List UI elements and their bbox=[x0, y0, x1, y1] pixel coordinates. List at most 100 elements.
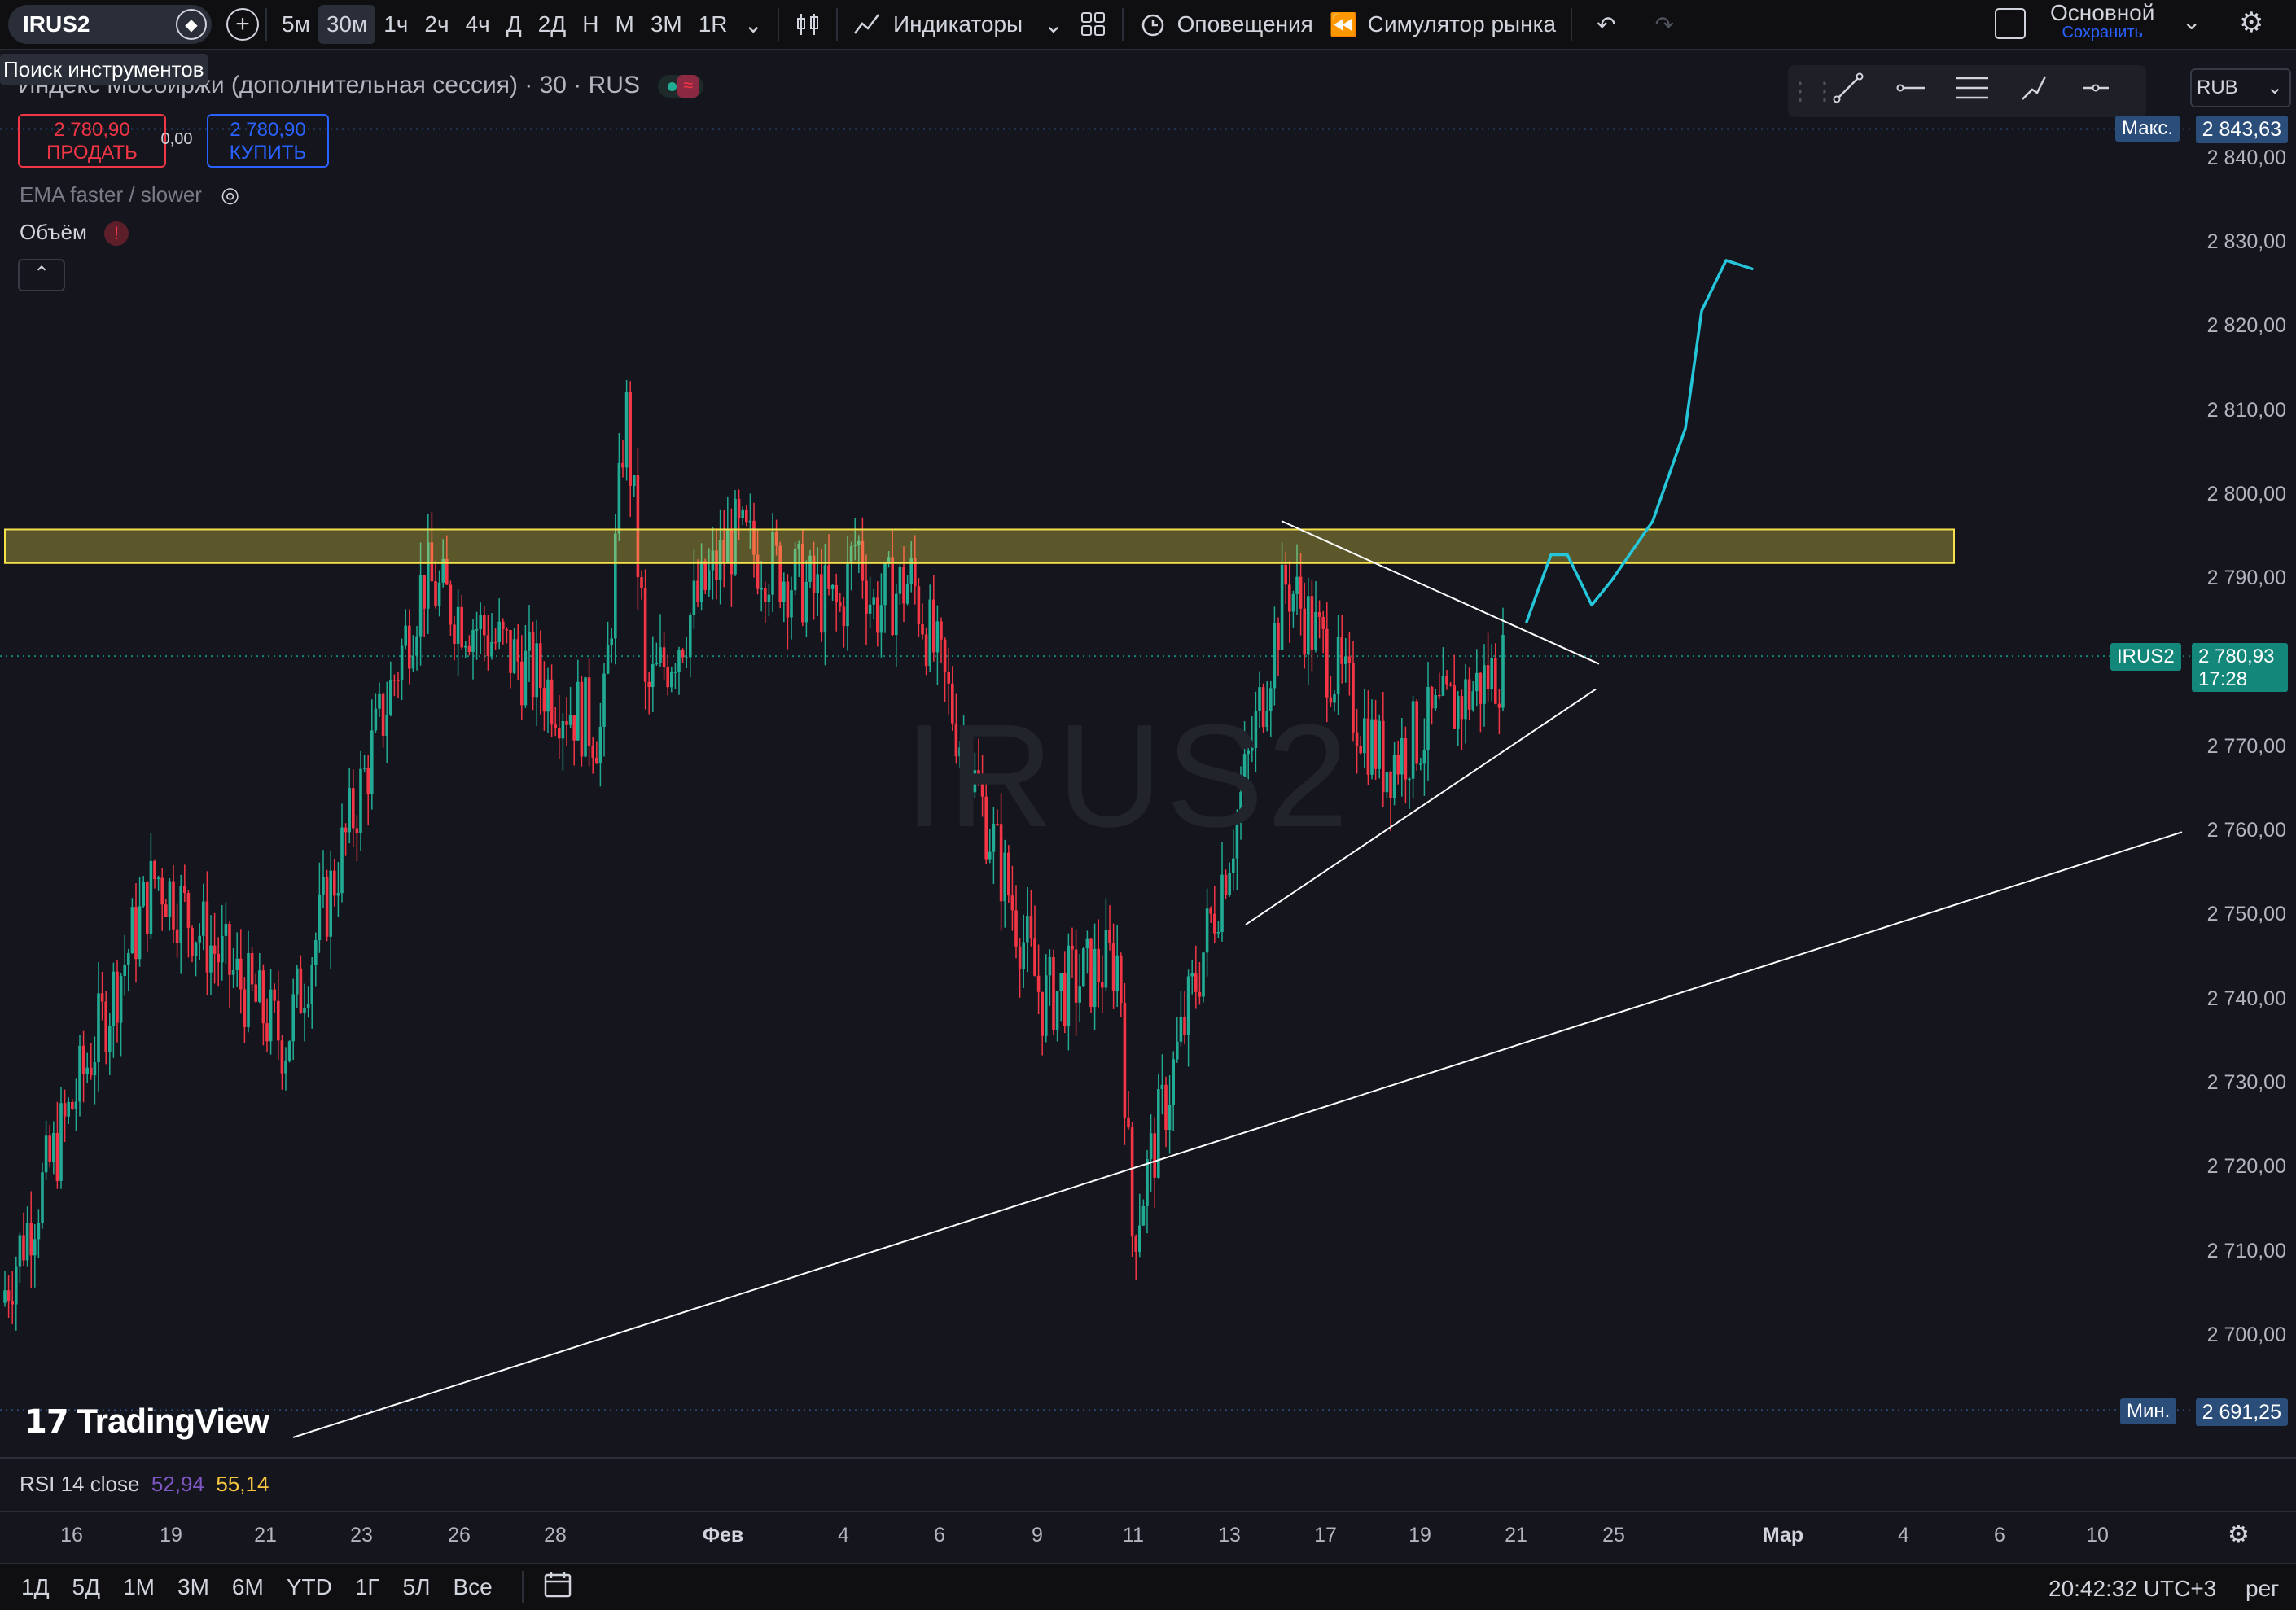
range-5y[interactable]: 5Л bbox=[403, 1574, 431, 1600]
drag-handle-icon[interactable]: ⋮⋮ bbox=[1788, 77, 1837, 106]
redo-icon[interactable]: ↷ bbox=[1647, 5, 1682, 44]
candle-body bbox=[411, 655, 415, 669]
interval-4h[interactable]: 4ч bbox=[458, 5, 498, 44]
candle-body bbox=[333, 870, 336, 896]
path-icon[interactable] bbox=[2003, 72, 2065, 111]
replay-button[interactable]: ⏪ Симулятор рынка bbox=[1321, 5, 1564, 44]
range-all[interactable]: Все bbox=[454, 1574, 493, 1600]
time-axis[interactable]: 16 19 21 23 26 28 Фев 4 6 9 11 13 17 19 … bbox=[0, 1511, 2296, 1561]
candle-body bbox=[572, 715, 576, 741]
layout-name-button[interactable]: Основной Сохранить bbox=[2050, 2, 2154, 42]
layout-square-icon[interactable] bbox=[1995, 8, 2026, 39]
candle-body bbox=[689, 615, 692, 658]
price-tick: 2 700,00 bbox=[2206, 1323, 2286, 1346]
alerts-button[interactable]: Оповещения bbox=[1130, 5, 1321, 44]
interval-w[interactable]: Н bbox=[574, 5, 607, 44]
clock-timezone[interactable]: 20:42:32 UTC+3 bbox=[2048, 1576, 2216, 1602]
candle-body bbox=[1179, 1017, 1183, 1042]
candle-body bbox=[11, 1301, 14, 1305]
candles-icon[interactable] bbox=[786, 5, 830, 44]
tradingview-logo[interactable]: 𝟭𝟳 TradingView bbox=[24, 1402, 269, 1441]
interval-30m[interactable]: 30м bbox=[318, 5, 376, 44]
add-symbol-icon[interactable]: + bbox=[226, 8, 259, 41]
candle-body bbox=[1325, 628, 1329, 698]
interval-1r[interactable]: 1R bbox=[690, 5, 736, 44]
candle-body bbox=[397, 680, 400, 681]
axis-settings-icon[interactable]: ⚙ bbox=[2228, 1520, 2250, 1549]
projection-path bbox=[1525, 259, 1754, 623]
candle-body bbox=[1273, 623, 1277, 689]
candle-body bbox=[186, 893, 191, 928]
error-icon[interactable]: ! bbox=[104, 221, 129, 247]
ema-indicator-legend[interactable]: EMA faster / slower ◎ bbox=[20, 182, 239, 208]
rsi-legend[interactable]: RSI 14 close 52,94 55,14 bbox=[20, 1472, 269, 1497]
time-tick: 13 bbox=[1218, 1524, 1241, 1547]
candle-body bbox=[63, 1103, 67, 1117]
range-3m[interactable]: 3М bbox=[177, 1574, 209, 1600]
settings-gear-icon[interactable]: ⚙ bbox=[2239, 7, 2263, 39]
candle-body bbox=[243, 989, 247, 1027]
candle-body bbox=[1310, 596, 1314, 650]
candle-body bbox=[287, 1041, 291, 1061]
range-1y[interactable]: 1Г bbox=[355, 1574, 380, 1600]
candle-body bbox=[1010, 895, 1014, 911]
candle-body bbox=[940, 621, 943, 640]
sell-label: ПРОДАТЬ bbox=[46, 142, 138, 164]
interval-d[interactable]: Д bbox=[498, 5, 530, 44]
interval-1h[interactable]: 1ч bbox=[375, 5, 416, 44]
candle-body bbox=[1089, 938, 1093, 1008]
session-label[interactable]: рег bbox=[2246, 1576, 2279, 1602]
price-tick: 2 760,00 bbox=[2206, 819, 2286, 842]
candle-body bbox=[542, 688, 546, 712]
calendar-goto-icon[interactable] bbox=[543, 1570, 576, 1605]
candle-body bbox=[1382, 720, 1385, 793]
interval-2h[interactable]: 2ч bbox=[416, 5, 457, 44]
diamond-icon[interactable]: ◆ bbox=[176, 9, 207, 40]
candle-body bbox=[520, 661, 524, 706]
chevron-down-icon[interactable]: ⌄ bbox=[736, 5, 771, 44]
candle-body bbox=[587, 677, 591, 746]
candle-body bbox=[748, 520, 752, 523]
candle-body bbox=[1026, 916, 1029, 943]
range-6m[interactable]: 6М bbox=[232, 1574, 264, 1600]
candle-body bbox=[1464, 679, 1467, 720]
candle-body bbox=[1457, 696, 1460, 729]
interval-3m[interactable]: 3М bbox=[642, 5, 690, 44]
layouts-grid-icon[interactable] bbox=[1071, 5, 1115, 44]
interval-m[interactable]: М bbox=[607, 5, 642, 44]
current-symbol-label: IRUS2 bbox=[2110, 643, 2181, 671]
symbol-label: IRUS2 bbox=[23, 11, 90, 37]
more-tools-icon[interactable] bbox=[2065, 72, 2127, 111]
eye-hidden-icon[interactable]: ◎ bbox=[221, 182, 239, 207]
market-status-badge[interactable]: ≈ bbox=[658, 75, 704, 98]
parallel-channel-icon[interactable] bbox=[1941, 72, 2003, 111]
interval-2d[interactable]: 2Д bbox=[530, 5, 575, 44]
symbol-search[interactable]: IRUS2 ◆ bbox=[8, 5, 212, 44]
candle-body bbox=[947, 672, 950, 684]
resistance-zone bbox=[4, 528, 1955, 564]
range-1m[interactable]: 1М bbox=[123, 1574, 155, 1600]
candle-body bbox=[1460, 696, 1464, 720]
candle-body bbox=[146, 882, 149, 934]
candle-body bbox=[1404, 738, 1408, 780]
volume-indicator-legend[interactable]: Объём ! bbox=[20, 220, 129, 247]
candle-body bbox=[142, 882, 145, 907]
candle-body bbox=[1415, 701, 1418, 764]
chevron-down-icon[interactable]: ⌄ bbox=[2182, 8, 2201, 35]
candle-body bbox=[314, 940, 318, 965]
range-5d[interactable]: 5Д bbox=[72, 1574, 101, 1600]
buy-button[interactable]: 2 780,90 КУПИТЬ bbox=[207, 114, 329, 168]
interval-5m[interactable]: 5м bbox=[274, 5, 318, 44]
horizontal-ray-icon[interactable] bbox=[1879, 72, 1941, 111]
trend-line-icon[interactable] bbox=[1817, 72, 1879, 111]
price-axis[interactable]: 2 840,00 2 830,00 2 820,00 2 810,00 2 80… bbox=[2190, 50, 2296, 1450]
candle-body bbox=[41, 1172, 44, 1223]
candle-body bbox=[127, 952, 130, 965]
range-1d[interactable]: 1Д bbox=[21, 1574, 50, 1600]
undo-icon[interactable]: ↶ bbox=[1588, 5, 1623, 44]
rsi-pane[interactable]: RSI 14 close 52,94 55,14 bbox=[0, 1457, 2296, 1509]
range-ytd[interactable]: YTD bbox=[287, 1574, 332, 1600]
sell-button[interactable]: 2 780,90 ПРОДАТЬ bbox=[18, 114, 166, 168]
indicators-button[interactable]: Индикаторы ⌄ bbox=[844, 5, 1071, 44]
collapse-legend-button[interactable]: ⌃ bbox=[18, 259, 65, 291]
